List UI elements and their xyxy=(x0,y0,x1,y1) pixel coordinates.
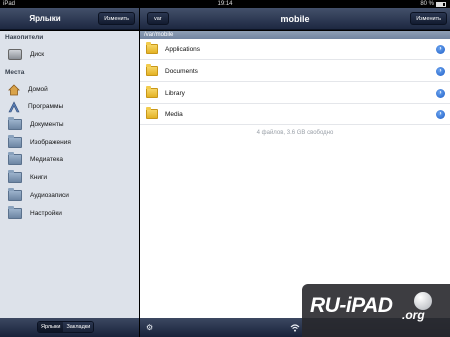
sidebar-navbar: Ярлыки Изменить xyxy=(0,8,139,30)
sidebar-item-settings[interactable]: Настройки xyxy=(8,205,62,220)
gear-icon[interactable]: ⚙ xyxy=(146,318,153,337)
file-browser: /var/mobile Applications › Documents › L… xyxy=(140,31,450,318)
disclosure-icon[interactable]: › xyxy=(436,44,445,54)
home-icon xyxy=(8,83,20,96)
sidebar-item-applications[interactable]: Программы xyxy=(8,99,63,113)
file-row-media[interactable]: Media › xyxy=(140,104,450,125)
sidebar-edit-button[interactable]: Изменить xyxy=(98,12,135,25)
sidebar: Накопители Диск Места Домой Программы До… xyxy=(0,31,139,318)
folder-icon xyxy=(8,187,22,201)
file-row-applications[interactable]: Applications › xyxy=(140,39,450,60)
section-header-places: Места xyxy=(5,69,25,76)
file-row-documents[interactable]: Documents › xyxy=(140,61,450,82)
file-row-library[interactable]: Library › xyxy=(140,83,450,104)
sidebar-item-label: Настройки xyxy=(30,209,62,217)
sidebar-item-books[interactable]: Книги xyxy=(8,169,48,184)
battery-percent: 80 % xyxy=(420,1,434,7)
main-navbar: mobile var Изменить xyxy=(140,8,450,30)
sidebar-item-label: Медиатека xyxy=(30,155,63,163)
sidebar-title: Ярлыки xyxy=(29,14,61,23)
folder-icon xyxy=(8,151,22,165)
path-bar: /var/mobile xyxy=(140,31,450,39)
folder-icon xyxy=(146,107,158,119)
wifi-icon[interactable] xyxy=(290,318,300,337)
status-bar: iPad 19:14 80 % xyxy=(0,0,450,8)
back-button[interactable]: var xyxy=(147,12,169,25)
section-header-drives: Накопители xyxy=(5,34,44,41)
page-title: mobile xyxy=(280,14,310,24)
file-name: Library xyxy=(165,89,185,97)
file-name: Documents xyxy=(165,67,198,75)
sidebar-item-disk[interactable]: Диск xyxy=(8,47,44,61)
folder-icon xyxy=(8,169,22,183)
disk-icon xyxy=(8,48,22,60)
storage-summary: 4 файлов, 3.6 GB свободно xyxy=(256,130,334,136)
sidebar-toolbar: Ярлыки Закладки xyxy=(0,318,139,337)
disclosure-icon[interactable]: › xyxy=(436,88,445,98)
disclosure-icon[interactable]: › xyxy=(436,66,445,76)
sidebar-item-label: Аудиозаписи xyxy=(30,191,69,199)
folder-icon xyxy=(8,205,22,219)
sidebar-item-pictures[interactable]: Изображения xyxy=(8,134,71,149)
sidebar-segmented-control: Ярлыки Закладки xyxy=(37,321,95,333)
folder-icon xyxy=(146,64,158,76)
folder-icon xyxy=(146,86,158,98)
sidebar-item-media-library[interactable]: Медиатека xyxy=(8,151,63,166)
folder-icon xyxy=(8,134,22,148)
battery-indicator: 80 % xyxy=(420,0,446,8)
sidebar-item-home[interactable]: Домой xyxy=(8,82,48,96)
sidebar-item-label: Программы xyxy=(28,102,64,110)
file-name: Applications xyxy=(165,45,201,53)
folder-icon xyxy=(146,42,158,54)
edit-button[interactable]: Изменить xyxy=(410,12,447,25)
sidebar-item-label: Домой xyxy=(28,85,48,93)
disclosure-icon[interactable]: › xyxy=(436,109,445,119)
battery-icon xyxy=(436,1,446,7)
sidebar-item-label: Диск xyxy=(30,50,45,58)
sidebar-item-label: Документы xyxy=(30,120,64,128)
folder-icon xyxy=(8,116,22,130)
sidebar-item-label: Книги xyxy=(30,173,48,181)
watermark: RU-iPAD .org xyxy=(302,284,450,337)
watermark-suffix: .org xyxy=(402,308,425,322)
status-clock: 19:14 xyxy=(217,1,233,7)
tab-bookmarks[interactable]: Закладки xyxy=(63,322,94,332)
sidebar-item-audio[interactable]: Аудиозаписи xyxy=(8,187,69,202)
applications-icon xyxy=(8,100,20,113)
sidebar-item-label: Изображения xyxy=(30,138,71,146)
sidebar-item-documents[interactable]: Документы xyxy=(8,116,64,131)
watermark-text: RU-iPAD xyxy=(310,294,393,317)
file-name: Media xyxy=(165,110,183,118)
tab-shortcuts[interactable]: Ярлыки xyxy=(38,322,64,332)
